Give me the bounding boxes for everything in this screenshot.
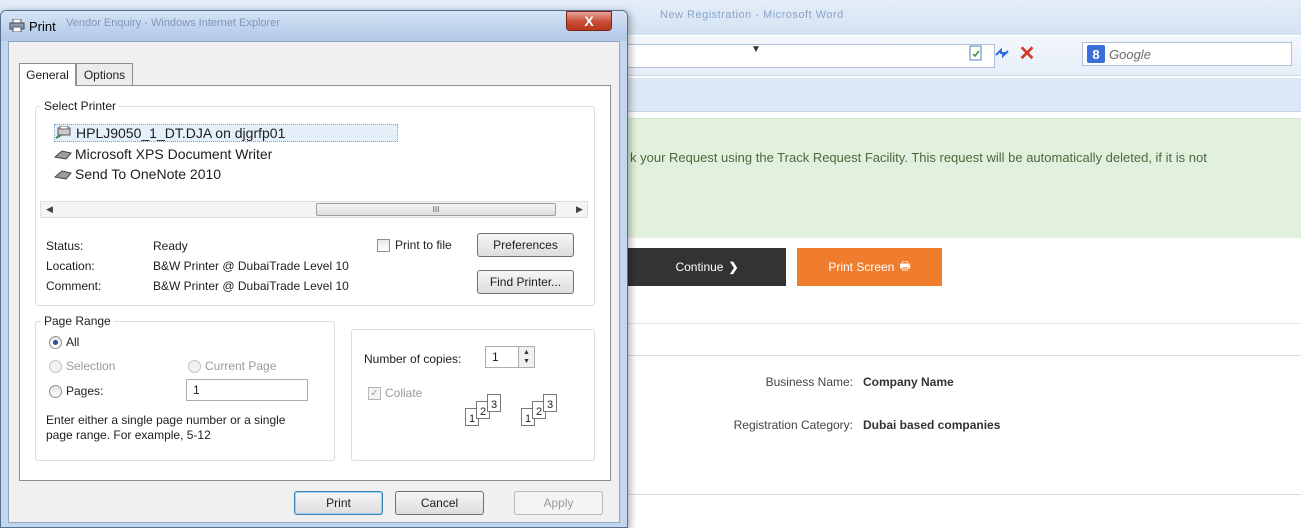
divider [620,323,1301,324]
collate-icon: 1 2 3 [521,394,569,428]
preferences-button[interactable]: Preferences [477,233,574,257]
status-label: Status: [46,239,84,253]
printer-item[interactable]: HPLJ9050_1_DT.DJA on djgrfp01 [54,124,398,142]
notice-banner [620,118,1301,238]
address-dropdown-icon[interactable]: ▼ [751,44,761,55]
page-range-group: Page Range All Selection Current Page Pa… [35,314,335,461]
current-page-radio[interactable] [188,360,201,373]
print-to-file-label: Print to file [395,238,452,252]
registration-category-label: Registration Category: [733,418,853,432]
print-dialog: Print Vendor Enquiry - Windows Internet … [0,10,628,528]
scroll-left-icon[interactable]: ◀ [46,204,53,215]
copies-group: Number of copies: 1 ▲ ▼ ✓ Collate 1 2 3 … [351,329,595,461]
close-button[interactable]: X [566,11,612,31]
printer-icon: 🖶 [899,258,911,273]
collate-page: 3 [543,394,557,412]
refresh-icon[interactable] [992,43,1012,63]
select-printer-group: Select Printer HPLJ9050_1_DT.DJA on djgr… [35,99,595,306]
printer-icon [9,19,25,32]
collate-checkbox[interactable]: ✓ [368,387,381,400]
comment-label: Comment: [46,279,102,293]
address-field[interactable] [620,44,995,68]
search-input[interactable]: 8 Google [1082,42,1292,66]
dialog-body: General Options Select Printer HPLJ9050_… [8,41,620,523]
word-title-text: New Registration - Microsoft Word [660,9,844,21]
compatibility-view-icon[interactable] [966,43,986,63]
tab-general[interactable]: General [19,63,76,86]
tab-options[interactable]: Options [76,63,133,85]
printer-name: Microsoft XPS Document Writer [75,146,273,162]
scrollbar-thumb[interactable]: III [316,203,556,216]
dialog-title-background-text: Vendor Enquiry - Windows Internet Explor… [66,17,280,29]
spin-up-icon[interactable]: ▲ [523,348,530,357]
continue-button[interactable]: Continue ❯ [628,248,786,286]
browser-tab-strip [620,78,1301,112]
printer-icon [54,150,72,160]
print-button[interactable]: Print [294,491,383,515]
copies-label: Number of copies: [364,352,462,366]
collate-page: 3 [487,394,501,412]
selection-radio[interactable] [49,360,62,373]
pages-radio[interactable] [49,385,62,398]
printer-icon [54,170,72,180]
status-value: Ready [153,239,188,253]
print-screen-button[interactable]: Print Screen 🖶 [797,248,942,286]
business-name-label: Business Name: [765,375,853,389]
general-tab-panel: Select Printer HPLJ9050_1_DT.DJA on djgr… [19,85,611,481]
collate-icon: 1 2 3 [465,394,513,428]
printer-item[interactable]: Microsoft XPS Document Writer [54,145,272,163]
dialog-title: Print [29,19,56,34]
collate-label: Collate [385,386,423,400]
page-range-hint-line1: Enter either a single page number or a s… [46,413,286,427]
select-printer-legend: Select Printer [41,99,120,113]
search-placeholder: Google [1109,46,1151,62]
pages-label: Pages: [66,384,104,398]
apply-button[interactable]: Apply [514,491,603,515]
network-printer-icon [55,126,71,139]
all-radio[interactable] [49,336,62,349]
cancel-button[interactable]: Cancel [395,491,484,515]
page-range-hint-line2: page range. For example, 5-12 [46,428,211,442]
chevron-right-icon: ❯ [728,260,739,274]
print-screen-label: Print Screen [828,260,895,274]
registration-category-value: Dubai based companies [863,418,1001,432]
spin-down-icon[interactable]: ▼ [523,357,530,366]
print-to-file-checkbox[interactable] [377,239,390,252]
business-name-value: Company Name [863,375,954,389]
selection-label: Selection [66,359,116,373]
printer-item[interactable]: Send To OneNote 2010 [54,165,221,183]
location-value: B&W Printer @ DubaiTrade Level 10 [153,259,349,273]
printer-list: HPLJ9050_1_DT.DJA on djgrfp01 Microsoft … [54,117,574,207]
notice-text: k your Request using the Track Request F… [630,150,1207,165]
close-icon: X [584,13,594,29]
page-range-legend: Page Range [41,314,114,328]
stop-icon[interactable]: ✕ [1017,43,1037,65]
all-label: All [66,335,80,349]
location-label: Location: [46,259,95,273]
current-page-label: Current Page [205,359,277,373]
continue-label: Continue [675,260,724,274]
scroll-right-icon[interactable]: ▶ [576,204,583,215]
printer-name: HPLJ9050_1_DT.DJA on djgrfp01 [76,125,286,141]
comment-value: B&W Printer @ DubaiTrade Level 10 [153,279,349,293]
printer-name: Send To OneNote 2010 [75,166,222,182]
copies-input[interactable]: 1 [485,346,519,368]
pages-input[interactable]: 1 [186,379,308,401]
copies-spinner[interactable]: ▲ ▼ [519,346,535,368]
printer-list-scrollbar[interactable]: ◀ III ▶ [40,201,588,218]
dialog-title-bar[interactable]: Print Vendor Enquiry - Windows Internet … [1,11,627,41]
find-printer-button[interactable]: Find Printer... [477,270,574,294]
google-icon: 8 [1087,45,1105,63]
